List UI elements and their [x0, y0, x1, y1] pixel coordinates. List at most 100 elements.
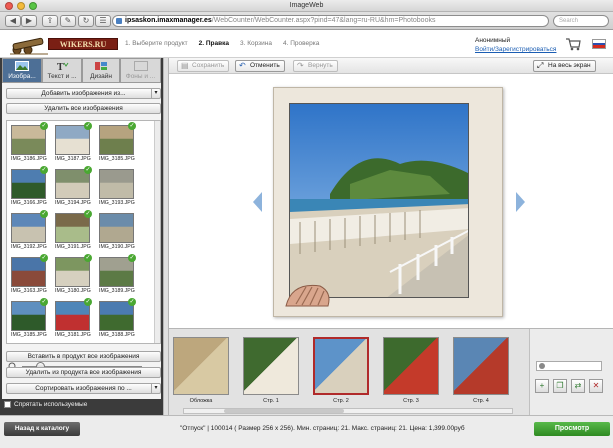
image-thumbnail[interactable]: IMG_3192.JPG ✓	[11, 210, 48, 251]
thumbnail-caption: IMG_3190.JPG	[99, 244, 135, 250]
share-icon[interactable]: ⇪	[42, 15, 58, 27]
settings-wrench-icon[interactable]: ✎	[60, 15, 76, 27]
bookmark-icon[interactable]: ☰	[95, 15, 111, 27]
page-photo[interactable]	[289, 103, 469, 298]
page-preview	[173, 337, 229, 395]
thumbnail-image	[55, 169, 90, 199]
image-thumbnail[interactable]: IMG_3166.JPG ✓	[11, 166, 48, 207]
thumbnail-caption: IMG_3192.JPG	[11, 244, 47, 250]
back-to-catalog-button[interactable]: Назад к каталогу	[4, 422, 80, 436]
user-info: Анонимный Войти/Зарегистрироваться	[475, 36, 556, 54]
save-button[interactable]: ▤ Сохранить	[177, 60, 230, 72]
photobook-page[interactable]	[273, 87, 503, 317]
reload-icon[interactable]: ↻	[78, 15, 94, 27]
user-name: Анонимный	[475, 37, 511, 44]
tab-text[interactable]: T Текст и ...	[42, 58, 82, 83]
copy-page-icon[interactable]: ❐	[553, 379, 567, 393]
image-thumbnail[interactable]: IMG_3187.JPG ✓	[55, 122, 92, 163]
step-cart[interactable]: 3. Корзина	[240, 40, 272, 47]
add-images-label: Добавить изображения из...	[41, 90, 126, 97]
login-register-link[interactable]: Войти/Зарегистрироваться	[475, 45, 556, 54]
zoom-window-button[interactable]	[29, 2, 37, 10]
image-thumbnail[interactable]: IMG_3194.JPG ✓	[55, 166, 92, 207]
page-preview	[453, 337, 509, 395]
fullscreen-icon: ⤢	[537, 61, 544, 70]
zoom-knob[interactable]	[539, 363, 545, 369]
remove-all-images-button[interactable]: Удалить из продукта все изображения	[6, 367, 161, 378]
filmstrip-page[interactable]: Стр. 2	[313, 337, 369, 407]
image-thumbnail[interactable]: IMG_3191.JPG ✓	[55, 210, 92, 251]
filmstrip-page[interactable]: Стр. 4	[453, 337, 509, 407]
russian-flag-icon[interactable]	[592, 39, 606, 49]
browser-search-input[interactable]: Search	[553, 15, 609, 27]
check-icon: ✓	[40, 122, 48, 130]
forward-arrow-icon[interactable]: ▶	[21, 15, 37, 27]
tab-images[interactable]: Изобра...	[2, 58, 42, 83]
filmstrip-scroll-thumb[interactable]	[224, 409, 344, 413]
thumbnail-scrollbar[interactable]	[154, 121, 160, 343]
filmstrip-page[interactable]: Стр. 1	[243, 337, 299, 407]
thumbnail-caption: IMG_3181.JPG	[55, 332, 91, 338]
redo-button[interactable]: ↷ Вернуть	[293, 60, 338, 72]
image-thumbnail-grid: IMG_3186.JPG ✓ IMG_3187.JPG ✓ IMG_3185.JPG ✓ I…	[6, 120, 161, 344]
tab-design[interactable]: Дизайн	[82, 58, 120, 83]
sort-images-label: Сортировать изображения по ...	[35, 385, 132, 392]
undo-button[interactable]: ↶ Отменить	[235, 60, 285, 72]
preview-button[interactable]: Просмотр	[534, 422, 610, 436]
hide-used-checkbox[interactable]: Спрятать используемые	[4, 401, 87, 408]
cannon-logo-icon	[10, 37, 48, 55]
image-thumbnail[interactable]: IMG_3163.JPG ✓	[11, 254, 48, 295]
check-icon: ✓	[84, 122, 92, 130]
filmstrip-page[interactable]: Обложка	[173, 337, 229, 407]
next-page-arrow-icon[interactable]	[516, 192, 525, 212]
page-canvas	[169, 74, 613, 328]
delete-page-icon[interactable]: ✕	[589, 379, 603, 393]
swap-page-icon[interactable]: ⇄	[571, 379, 585, 393]
address-bar[interactable]: ipsaskon.imaxmanager.es/WebCounter/WebCo…	[112, 15, 549, 27]
check-icon: ✓	[84, 166, 92, 174]
image-thumbnail[interactable]: IMG_3188.JPG ✓	[99, 298, 136, 339]
step-edit[interactable]: 2. Правка	[199, 40, 229, 47]
add-page-icon[interactable]: +	[535, 379, 549, 393]
page-filmstrip: Обложка Стр. 1 Стр. 2 Стр. 3 Стр. 4 + ❐ ⇄ ✕	[169, 328, 613, 416]
thumbnail-caption: IMG_3180.JPG	[55, 288, 91, 294]
previous-page-arrow-icon[interactable]	[253, 192, 262, 212]
product-info: "Отпуск" | 100014 ( Размер 256 x 256). М…	[180, 425, 465, 432]
image-thumbnail[interactable]: IMG_3189.JPG ✓	[99, 254, 136, 295]
image-thumbnail[interactable]: IMG_3180.JPG ✓	[55, 254, 92, 295]
minimize-window-button[interactable]	[17, 2, 25, 10]
shopping-cart-icon[interactable]	[565, 37, 581, 51]
thumbnail-caption: IMG_3163.JPG	[11, 288, 47, 294]
hide-used-label: Спрятать используемые	[14, 401, 88, 409]
close-window-button[interactable]	[5, 2, 13, 10]
image-thumbnail[interactable]: IMG_3190.JPG	[99, 213, 135, 251]
window-controls	[5, 2, 37, 10]
add-images-dropdown[interactable]: Добавить изображения из... ▾	[6, 88, 161, 99]
back-arrow-icon[interactable]: ◀	[5, 15, 21, 27]
thumbnail-caption: IMG_3188.JPG	[99, 332, 135, 338]
check-icon: ✓	[128, 298, 136, 306]
app-header: WIKERS.RU 1. Выберите продукт 2. Правка …	[0, 31, 613, 58]
filmstrip-scrollbar[interactable]	[183, 408, 513, 414]
check-icon: ✓	[84, 254, 92, 262]
fullscreen-button[interactable]: ⤢ На весь экран	[533, 60, 596, 72]
sort-images-dropdown[interactable]: Сортировать изображения по ... ▾	[6, 383, 161, 394]
thumbnail-caption: IMG_3193.JPG	[99, 200, 135, 206]
wikers-logo[interactable]: WIKERS.RU	[8, 35, 120, 55]
image-thumbnail[interactable]: IMG_3181.JPG ✓	[55, 298, 92, 339]
tab-backgrounds-label: Фоны и ...	[125, 73, 156, 80]
step-checkout[interactable]: 4. Проверка	[283, 40, 319, 47]
image-thumbnail[interactable]: IMG_3185.JPG ✓	[11, 298, 48, 339]
image-thumbnail[interactable]: IMG_3186.JPG ✓	[11, 122, 48, 163]
tab-backgrounds[interactable]: Фоны и ...	[120, 58, 161, 83]
filmstrip-zoom-slider[interactable]	[536, 361, 602, 371]
save-icon: ▤	[181, 61, 189, 70]
image-thumbnail[interactable]: IMG_3185.JPG ✓	[99, 122, 136, 163]
insert-all-images-button[interactable]: Вставить в продукт все изображения	[6, 351, 161, 362]
step-choose-product[interactable]: 1. Выберите продукт	[125, 40, 188, 47]
thumbnail-image	[11, 125, 46, 155]
filmstrip-page[interactable]: Стр. 3	[383, 337, 439, 407]
checkbox-box[interactable]	[4, 401, 11, 408]
image-thumbnail[interactable]: IMG_3193.JPG	[99, 169, 135, 207]
delete-all-images-button[interactable]: Удалить все изображения	[6, 103, 161, 114]
